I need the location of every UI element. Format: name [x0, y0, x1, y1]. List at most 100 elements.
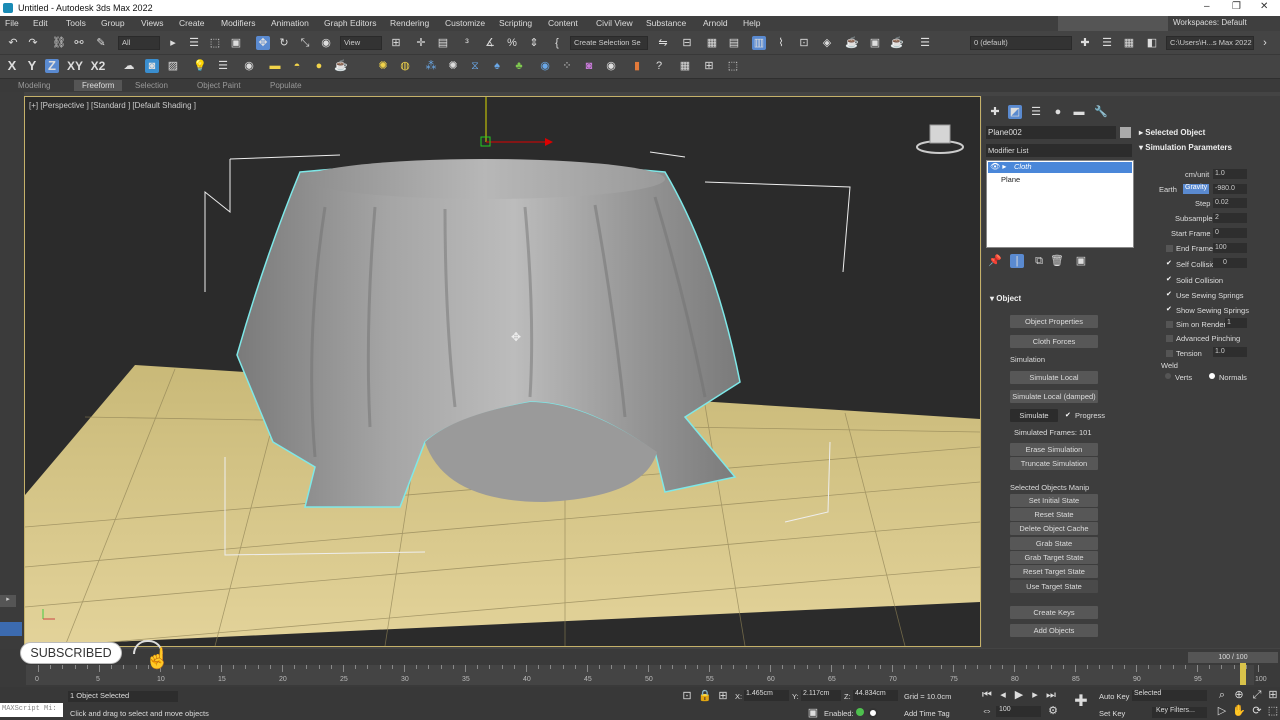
use-sewing-springs-checkbox[interactable]: ✔ [1166, 291, 1173, 298]
selection-filter-dropdown[interactable]: All [118, 36, 160, 50]
plane-icon[interactable]: ▬ [268, 59, 282, 73]
window-crossing-icon[interactable]: ▣ [229, 36, 243, 50]
create-tab-icon[interactable]: ✚ [988, 105, 1002, 119]
mirror-icon[interactable]: ⇋ [656, 36, 670, 50]
foliage-icon[interactable]: ♣ [512, 59, 526, 73]
set-key-button[interactable]: Set Key [1099, 709, 1125, 718]
pin-stack-icon[interactable]: 📌 [988, 254, 1002, 268]
link-icon[interactable]: ⛓ [52, 36, 66, 50]
edit-named-sel-icon[interactable]: { [550, 36, 564, 50]
menu-modifiers[interactable]: Modifiers [221, 18, 255, 28]
go-to-start-icon[interactable]: ⏮ [980, 688, 994, 702]
maxscript-listener[interactable]: MAXScript Mi: [0, 703, 63, 717]
modifier-list-dropdown[interactable]: Modifier List [986, 144, 1132, 157]
unlink-icon[interactable]: ⚯ [72, 36, 86, 50]
layer-dropdown[interactable]: 0 (default) [970, 36, 1072, 50]
menu-help[interactable]: Help [743, 18, 760, 28]
step-spinner[interactable]: 0.02 [1213, 198, 1247, 208]
isolate-icon[interactable]: ⊡ [680, 689, 694, 703]
auto-key-button[interactable]: Auto Key [1099, 692, 1129, 701]
snap-icon[interactable]: ³ [460, 36, 474, 50]
axis-x-button[interactable]: X [5, 59, 19, 73]
reference-coord-dropdown[interactable]: View [340, 36, 382, 50]
verts-radio[interactable] [1165, 373, 1171, 379]
add-objects-button[interactable]: Add Objects [1010, 624, 1098, 637]
subsample-spinner[interactable]: 2 [1213, 213, 1247, 223]
simulate-local-damped-button[interactable]: Simulate Local (damped) [1010, 390, 1098, 403]
time-config-icon[interactable]: ⚙ [1046, 704, 1060, 718]
modify-tab-icon[interactable]: ◩ [1008, 105, 1022, 119]
scale-icon[interactable]: ⤡ [298, 36, 312, 50]
image-icon[interactable]: ▨ [166, 59, 180, 73]
layer-explorer-icon[interactable]: ▤ [727, 36, 741, 50]
object-color-swatch[interactable] [1120, 127, 1131, 138]
utilities-tab-icon[interactable]: 🔧 [1094, 105, 1108, 119]
particles-icon[interactable]: ⁂ [424, 59, 438, 73]
restore-icon[interactable]: ❐ [1232, 1, 1241, 12]
menu-substance[interactable]: Substance [646, 18, 686, 28]
snap-grid-icon[interactable]: ⊞ [702, 59, 716, 73]
end-frame-spinner[interactable]: 100 [1213, 243, 1247, 253]
scene-icon[interactable]: ▦ [1122, 36, 1136, 50]
menu-graph-editors[interactable]: Graph Editors [324, 18, 376, 28]
advanced-pinching-checkbox[interactable] [1166, 335, 1173, 342]
orbit-icon[interactable]: ⟳ [1250, 704, 1264, 718]
adaptive-degradation-icon[interactable]: ▣ [806, 706, 820, 720]
workspaces-dropdown[interactable]: Workspaces: Default [1173, 18, 1247, 27]
menu-animation[interactable]: Animation [271, 18, 309, 28]
render-frame-icon[interactable]: ◙ [145, 59, 159, 73]
project-icon[interactable]: ◧ [1145, 36, 1159, 50]
schematic-view-icon[interactable]: ⊡ [797, 36, 811, 50]
axis-xz-button[interactable]: X2 [89, 59, 107, 73]
remove-modifier-icon[interactable]: 🗑 [1050, 254, 1064, 268]
percent-snap-icon[interactable]: % [505, 36, 519, 50]
reset-target-state-button[interactable]: Reset Target State [1010, 565, 1098, 578]
menu-views[interactable]: Views [141, 18, 164, 28]
stack-item-cloth[interactable]: Cloth [988, 162, 1132, 173]
menu-create[interactable]: Create [179, 18, 205, 28]
sun-icon[interactable]: ✺ [376, 59, 390, 73]
viewport-label[interactable]: [+] [Perspective ] [Standard ] [Default … [29, 101, 196, 110]
gravity-button[interactable]: Gravity [1183, 184, 1209, 194]
render-icon[interactable]: ☕ [890, 36, 904, 50]
ribbon-toggle-icon[interactable]: ▥ [752, 36, 766, 50]
configure-sets-icon[interactable]: ▣ [1074, 254, 1088, 268]
more-chevron-icon[interactable]: › [1258, 36, 1272, 50]
axis-y-button[interactable]: Y [25, 59, 39, 73]
dome-icon[interactable]: ◓ [290, 59, 304, 73]
current-frame-field[interactable]: 100 [996, 706, 1041, 717]
ribbon-tab-populate[interactable]: Populate [270, 81, 302, 90]
cm-unit-spinner[interactable]: 1.0 [1213, 169, 1247, 179]
material-editor-icon[interactable]: ◈ [820, 36, 834, 50]
grab-target-state-button[interactable]: Grab Target State [1010, 551, 1098, 564]
zoom-extents-all-icon[interactable]: ⊞ [1266, 688, 1280, 702]
undo-icon[interactable]: ↶ [6, 36, 20, 50]
self-collision-checkbox[interactable]: ✔ [1166, 260, 1173, 267]
grab-state-button[interactable]: Grab State [1010, 537, 1098, 550]
menu-customize[interactable]: Customize [445, 18, 485, 28]
dynamics-icon[interactable]: ✺ [446, 59, 460, 73]
normals-radio[interactable] [1209, 373, 1215, 379]
layer-manager-icon[interactable]: ☰ [918, 36, 932, 50]
sim-on-render-checkbox[interactable] [1166, 321, 1173, 328]
simulate-local-button[interactable]: Simulate Local [1010, 371, 1098, 384]
selected-object-header[interactable]: ▸ Selected Object [1139, 128, 1205, 137]
zoom-extents-icon[interactable]: ⤢ [1250, 688, 1264, 702]
show-end-result-icon[interactable]: | [1010, 254, 1024, 268]
curve-editor-icon[interactable]: ⌇ [774, 36, 788, 50]
x-coord-field[interactable]: 1.465cm [744, 690, 789, 701]
ribbon-tab-selection[interactable]: Selection [135, 81, 168, 90]
key-mode-icon[interactable]: ⇔ [980, 704, 994, 718]
fov-icon[interactable]: ▷ [1215, 704, 1229, 718]
sky-icon[interactable]: ◍ [398, 59, 412, 73]
lock-icon[interactable]: 🔒 [698, 689, 712, 703]
bind-spacewarp-icon[interactable]: ✎ [94, 36, 108, 50]
end-frame-checkbox[interactable] [1166, 245, 1173, 252]
object-name-field[interactable]: Plane002 [986, 126, 1116, 139]
make-unique-icon[interactable]: ⧉ [1032, 254, 1046, 268]
fluid-icon[interactable]: ⧖ [468, 59, 482, 73]
truncate-simulation-button[interactable]: Truncate Simulation [1010, 457, 1098, 470]
solid-collision-checkbox[interactable]: ✔ [1166, 276, 1173, 283]
grid-icon[interactable]: ▦ [678, 59, 692, 73]
project-path-dropdown[interactable]: C:\Users\H...s Max 2022 [1166, 36, 1254, 50]
